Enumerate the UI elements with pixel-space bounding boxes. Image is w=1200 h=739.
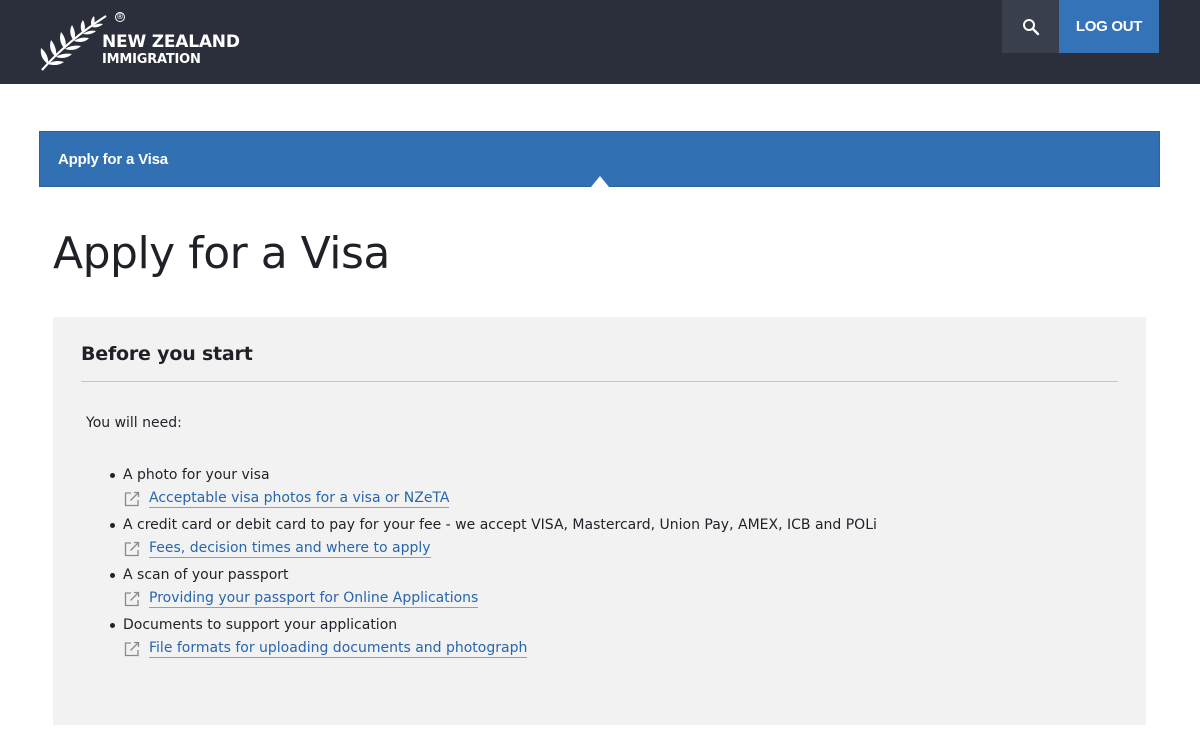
link-fees-decision-times[interactable]: Fees, decision times and where to apply (149, 539, 431, 558)
page-title: Apply for a Visa (53, 228, 390, 279)
external-link-icon (124, 491, 140, 506)
top-navigation-bar: ® NEW ZEALAND IMMIGRATION LOG OUT (0, 0, 1200, 84)
requirement-link-row: File formats for uploading documents and… (123, 636, 1127, 661)
list-item: A scan of your passport Providing your p… (107, 564, 1127, 614)
search-button[interactable] (1002, 0, 1059, 53)
requirement-text: A photo for your visa (123, 467, 270, 483)
requirement-text: A scan of your passport (123, 567, 289, 583)
search-icon (1022, 18, 1039, 35)
before-you-start-panel: Before you start You will need: A photo … (53, 317, 1146, 725)
link-acceptable-visa-photos[interactable]: Acceptable visa photos for a visa or NZe… (149, 489, 450, 508)
list-item: Documents to support your application Fi… (107, 614, 1127, 664)
logout-button[interactable]: LOG OUT (1059, 0, 1159, 53)
external-link-icon (124, 641, 140, 656)
requirement-text: A credit card or debit card to pay for y… (123, 517, 877, 533)
requirement-link-row: Acceptable visa photos for a visa or NZe… (123, 486, 1127, 511)
silver-fern-icon (40, 15, 107, 71)
panel-heading: Before you start (81, 343, 253, 365)
breadcrumb-pointer (591, 176, 609, 187)
list-item: A photo for your visa Acceptable visa ph… (107, 464, 1127, 514)
external-link-icon (124, 541, 140, 556)
registered-mark-icon: ® (115, 12, 125, 22)
nz-immigration-logo[interactable]: ® NEW ZEALAND IMMIGRATION (38, 12, 240, 72)
panel-divider (81, 381, 1118, 382)
logo-line-new-zealand: NEW ZEALAND (102, 32, 240, 52)
link-file-formats[interactable]: File formats for uploading documents and… (149, 639, 528, 658)
requirements-list: A photo for your visa Acceptable visa ph… (107, 464, 1127, 664)
breadcrumb: Apply for a Visa (39, 131, 1160, 187)
logo-wordmark: NEW ZEALAND IMMIGRATION (102, 32, 240, 67)
requirement-text: Documents to support your application (123, 617, 398, 633)
list-item: A credit card or debit card to pay for y… (107, 514, 1127, 564)
logo-line-immigration: IMMIGRATION (102, 52, 201, 67)
breadcrumb-item-apply-for-a-visa[interactable]: Apply for a Visa (58, 151, 168, 168)
link-providing-your-passport[interactable]: Providing your passport for Online Appli… (149, 589, 479, 608)
requirement-link-row: Providing your passport for Online Appli… (123, 586, 1127, 611)
panel-intro: You will need: (86, 415, 182, 431)
requirement-link-row: Fees, decision times and where to apply (123, 536, 1127, 561)
external-link-icon (124, 591, 140, 606)
